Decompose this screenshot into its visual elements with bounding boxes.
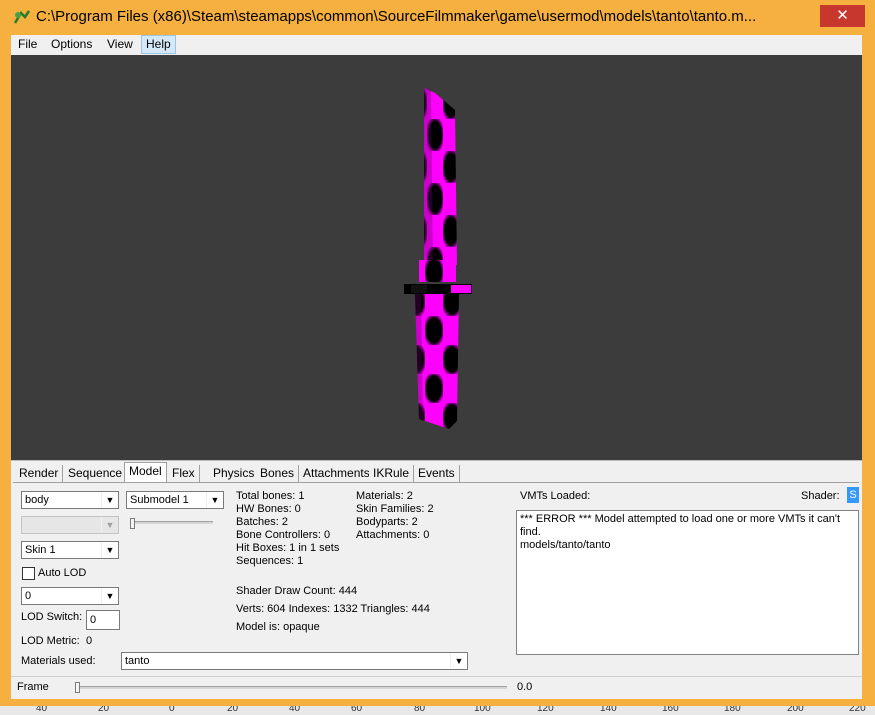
ruler-tick: 20 (98, 706, 110, 714)
tab-bones[interactable]: Bones (256, 465, 300, 482)
tab-attachments[interactable]: Attachments (299, 465, 375, 482)
stat-bone-controllers: Bone Controllers: 0 (236, 529, 331, 541)
tanto-model-render (404, 88, 472, 429)
model-viewport[interactable] (11, 55, 862, 460)
frame-bar: Frame 0.0 (11, 676, 862, 699)
menu-help[interactable]: Help (141, 35, 176, 54)
submodel-slider-thumb[interactable] (130, 518, 135, 529)
ruler-tick: 80 (414, 706, 426, 714)
title-bar[interactable]: C:\Program Files (x86)\Steam\steamapps\c… (0, 0, 875, 34)
materials-used-select[interactable]: tanto ▼ (121, 652, 468, 670)
menu-view[interactable]: View (103, 36, 137, 53)
control-panel: Render Sequence Model Flex Physics Bones… (11, 460, 862, 677)
ruler-tick: 120 (537, 706, 554, 714)
stat-hit-boxes: Hit Boxes: 1 in 1 sets (236, 542, 340, 554)
menu-file[interactable]: File (14, 36, 41, 53)
lod-metric-label: LOD Metric: (21, 635, 80, 647)
shader-label: Shader: (801, 490, 840, 502)
menu-options[interactable]: Options (47, 36, 96, 53)
menu-bar: File Options View Help (11, 35, 862, 56)
tab-render[interactable]: Render (15, 465, 64, 482)
vmt-log[interactable]: *** ERROR *** Model attempted to load on… (516, 510, 859, 655)
ruler-tick: 200 (787, 706, 804, 714)
stat-materials: Materials: 2 (356, 490, 413, 502)
shader-draw-count: Shader Draw Count: 444 (236, 585, 358, 597)
verts-indexes-triangles: Verts: 604 Indexes: 1332 Triangles: 444 (236, 603, 430, 615)
chevron-down-icon: ▼ (101, 588, 118, 604)
shader-select[interactable]: S (847, 487, 859, 503)
ruler-tick: 40 (289, 706, 301, 714)
ruler-tick: 180 (724, 706, 741, 714)
bodypart-value: body (25, 494, 49, 506)
ruler-tick: 40 (36, 706, 48, 714)
ruler-tick: 100 (474, 706, 491, 714)
tab-model[interactable]: Model (124, 462, 167, 483)
log-line-path: models/tanto/tanto (520, 539, 611, 551)
ruler-tick: 160 (662, 706, 679, 714)
frame-value: 0.0 (517, 681, 533, 693)
stat-total-bones: Total bones: 1 (236, 490, 305, 502)
stat-batches: Batches: 2 (236, 516, 288, 528)
auto-lod-label: Auto LOD (38, 567, 87, 579)
background-ruler: 40 20 0 20 40 60 80 100 120 140 160 180 … (0, 706, 875, 715)
model-opacity: Model is: opaque (236, 621, 320, 633)
window-title: C:\Program Files (x86)\Steam\steamapps\c… (36, 8, 757, 25)
close-button[interactable]: ✕ (820, 5, 865, 27)
auto-lod-checkbox[interactable] (22, 567, 35, 580)
disabled-select: ▼ (21, 516, 119, 534)
tab-flex[interactable]: Flex (168, 465, 200, 482)
frame-label: Frame (17, 681, 49, 693)
submodel-slider[interactable] (131, 521, 213, 524)
log-line-error: *** ERROR *** Model attempted to load on… (520, 513, 841, 538)
model-tab-content: body ▼ Submodel 1 ▼ ▼ Skin 1 ▼ Auto LOD … (13, 483, 859, 676)
tab-physics[interactable]: Physics (209, 465, 260, 482)
materials-used-value: tanto (125, 655, 150, 667)
stat-sequences: Sequences: 1 (236, 555, 304, 567)
vmts-loaded-label: VMTs Loaded: (520, 490, 591, 502)
stat-skin-families: Skin Families: 2 (356, 503, 434, 515)
lod-value: 0 (25, 590, 32, 602)
lod-switch-label: LOD Switch: (21, 611, 83, 623)
stat-bodyparts: Bodyparts: 2 (356, 516, 418, 528)
lod-switch-input[interactable]: 0 (86, 610, 120, 630)
tab-events[interactable]: Events (414, 465, 460, 482)
chevron-down-icon: ▼ (101, 542, 118, 558)
app-window: C:\Program Files (x86)\Steam\steamapps\c… (0, 0, 875, 715)
submodel-value: Submodel 1 (130, 494, 189, 506)
stat-attachments: Attachments: 0 (356, 529, 430, 541)
frame-slider[interactable] (75, 686, 507, 689)
chevron-down-icon: ▼ (206, 492, 223, 508)
ruler-tick: 220 (849, 706, 866, 714)
frame-slider-thumb[interactable] (75, 682, 80, 693)
tab-sequence[interactable]: Sequence (64, 465, 128, 482)
bodypart-select[interactable]: body ▼ (21, 491, 119, 509)
materials-used-label: Materials used: (21, 655, 96, 667)
lod-metric-value: 0 (86, 635, 93, 647)
chevron-down-icon: ▼ (101, 492, 118, 508)
ruler-tick: 140 (600, 706, 617, 714)
skin-value: Skin 1 (25, 544, 56, 556)
lod-select[interactable]: 0 ▼ (21, 587, 119, 605)
chevron-down-icon: ▼ (101, 517, 118, 533)
skin-select[interactable]: Skin 1 ▼ (21, 541, 119, 559)
stat-hw-bones: HW Bones: 0 (236, 503, 301, 515)
chevron-down-icon: ▼ (450, 653, 467, 669)
tab-ikrule[interactable]: IKRule (369, 465, 415, 482)
ruler-tick: 0 (169, 706, 175, 714)
ruler-tick: 20 (227, 706, 239, 714)
hlmv-app-icon (13, 10, 31, 24)
ruler-tick: 60 (351, 706, 363, 714)
submodel-select[interactable]: Submodel 1 ▼ (126, 491, 224, 509)
